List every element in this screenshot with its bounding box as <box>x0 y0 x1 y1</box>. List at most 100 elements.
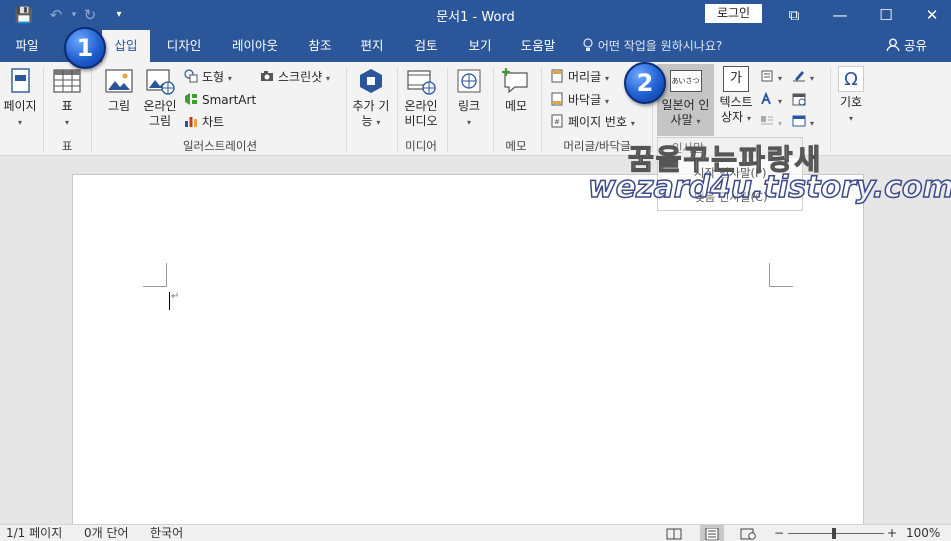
shapes-button[interactable]: 도형 ▾ <box>184 67 232 87</box>
quick-parts-button[interactable]: ▾ <box>760 67 782 87</box>
group-divider <box>346 68 347 152</box>
close-button[interactable]: ✕ <box>909 0 951 30</box>
customize-qat-icon[interactable]: ▾ <box>109 5 129 25</box>
online-video-label1: 온라인 <box>404 99 438 113</box>
zoom-slider[interactable] <box>788 525 884 541</box>
store-icon <box>360 69 382 93</box>
margin-mark-right <box>769 263 793 287</box>
online-pictures-button[interactable]: 온라인 그림 <box>140 66 180 129</box>
tab-review[interactable]: 검토 <box>406 30 446 62</box>
header-button[interactable]: 머리글 ▾ <box>550 67 609 87</box>
pictures-button[interactable]: 그림 <box>102 66 136 114</box>
pages-label: 페이지 <box>3 99 37 113</box>
word-count[interactable]: 0개 단어 <box>84 525 129 541</box>
online-video-button[interactable]: 온라인 비디오 <box>401 66 441 129</box>
japanese-greeting-label2: 사말 <box>670 113 693 127</box>
media-group-label: 미디어 <box>405 139 437 153</box>
japanese-greeting-label1: 일본어 인 <box>661 98 710 112</box>
footer-label: 바닥글 <box>568 93 602 107</box>
link-button[interactable]: 링크 ▾ <box>452 66 486 130</box>
table-icon <box>53 69 81 93</box>
status-bar: 1/1 페이지 0개 단어 한국어 − + 100% <box>0 524 951 541</box>
table-button[interactable]: 표 ▾ <box>50 66 84 130</box>
date-time-button[interactable] <box>792 90 810 110</box>
chart-button[interactable]: 차트 <box>184 112 224 132</box>
dropcap-button[interactable]: ▾ <box>760 112 782 132</box>
page-number-label: 페이지 번호 <box>568 115 628 129</box>
tab-layout[interactable]: 레이아웃 <box>224 30 286 62</box>
paragraph-mark: ↵ <box>171 291 180 302</box>
print-layout-icon[interactable] <box>700 525 724 541</box>
textbox-icon: 가 <box>723 66 749 92</box>
signature-line-button[interactable]: ▾ <box>792 67 814 87</box>
header-label: 머리글 <box>568 70 602 84</box>
undo-icon[interactable]: ↶ <box>46 5 66 25</box>
wordart-icon <box>761 92 771 105</box>
pages-button[interactable]: 페이지 ▾ <box>2 66 38 130</box>
online-picture-icon <box>146 69 175 95</box>
footer-icon <box>551 92 563 106</box>
wordart-button[interactable]: ▾ <box>760 90 782 110</box>
redo-icon[interactable]: ↻ <box>80 5 100 25</box>
svg-text:#: # <box>554 118 560 126</box>
symbol-button[interactable]: Ω 기호 ▾ <box>834 66 868 126</box>
picture-icon <box>105 69 133 93</box>
textbox-label2: 상자 <box>721 110 744 124</box>
page-count[interactable]: 1/1 페이지 <box>6 525 62 541</box>
group-divider <box>541 68 542 152</box>
group-divider <box>447 68 448 152</box>
zoom-in-button[interactable]: + <box>887 525 897 541</box>
shapes-label: 도형 <box>202 70 225 84</box>
tab-view[interactable]: 보기 <box>460 30 500 62</box>
group-divider <box>43 68 44 152</box>
online-pictures-label2: 그림 <box>148 114 172 128</box>
tell-me-search[interactable]: 어떤 작업을 원하시나요? <box>582 30 722 62</box>
tab-insert[interactable]: 삽입 <box>102 30 150 62</box>
margin-mark-left <box>143 263 167 287</box>
tab-design[interactable]: 디자인 <box>160 30 208 62</box>
share-button[interactable]: 공유 <box>886 30 927 62</box>
page-number-button[interactable]: # 페이지 번호 ▾ <box>550 112 635 132</box>
quick-parts-icon <box>761 70 773 82</box>
online-video-label2: 비디오 <box>404 114 438 128</box>
document-page[interactable]: ↵ <box>72 174 864 534</box>
tab-help[interactable]: 도움말 <box>512 30 564 62</box>
callout-badge-1: 1 <box>64 27 106 69</box>
object-button[interactable]: ▾ <box>792 112 814 132</box>
page-number-icon: # <box>551 114 563 128</box>
omega-icon: Ω <box>838 66 864 92</box>
footer-button[interactable]: 바닥글 ▾ <box>550 90 609 110</box>
web-layout-icon[interactable] <box>740 525 758 541</box>
addins-button[interactable]: 추가 기능 ▾ <box>350 66 392 130</box>
language-indicator[interactable]: 한국어 <box>150 525 183 541</box>
zoom-slider-thumb[interactable] <box>832 528 836 539</box>
minimize-button[interactable]: — <box>817 0 863 30</box>
zoom-out-button[interactable]: − <box>774 525 784 541</box>
read-mode-icon[interactable] <box>666 525 684 541</box>
page-icon <box>11 68 30 93</box>
link-icon <box>457 69 481 93</box>
illustrations-group-label: 일러스트레이션 <box>182 139 258 153</box>
zoom-level[interactable]: 100% <box>906 525 940 541</box>
ribbon-display-icon[interactable]: ⧉ <box>771 0 817 30</box>
smartart-button[interactable]: SmartArt <box>184 90 256 110</box>
tab-file[interactable]: 파일 <box>4 30 50 62</box>
share-label: 공유 <box>903 38 927 53</box>
screenshot-button[interactable]: 스크린샷 ▾ <box>260 67 330 87</box>
textbox-button[interactable]: 가 텍스트 상자 ▾ <box>716 66 756 126</box>
object-icon <box>792 115 806 127</box>
tab-references[interactable]: 참조 <box>300 30 340 62</box>
japanese-greeting-button[interactable]: あいさつ 일본어 인 사말 ▾ <box>657 66 714 129</box>
greeting-card-icon: あいさつ <box>669 70 702 92</box>
comment-button[interactable]: 메모 <box>498 66 534 114</box>
tab-mailings[interactable]: 편지 <box>352 30 392 62</box>
calendar-icon <box>792 93 806 106</box>
login-button[interactable]: 로그인 <box>705 4 762 23</box>
maximize-button[interactable]: ☐ <box>863 0 909 30</box>
smartart-icon <box>185 93 197 105</box>
save-icon[interactable]: 💾 <box>14 5 34 25</box>
screenshot-icon <box>261 71 273 81</box>
addins-label2: 능 <box>361 114 373 128</box>
chart-icon <box>185 117 197 127</box>
comment-group-label: 메모 <box>505 139 527 153</box>
